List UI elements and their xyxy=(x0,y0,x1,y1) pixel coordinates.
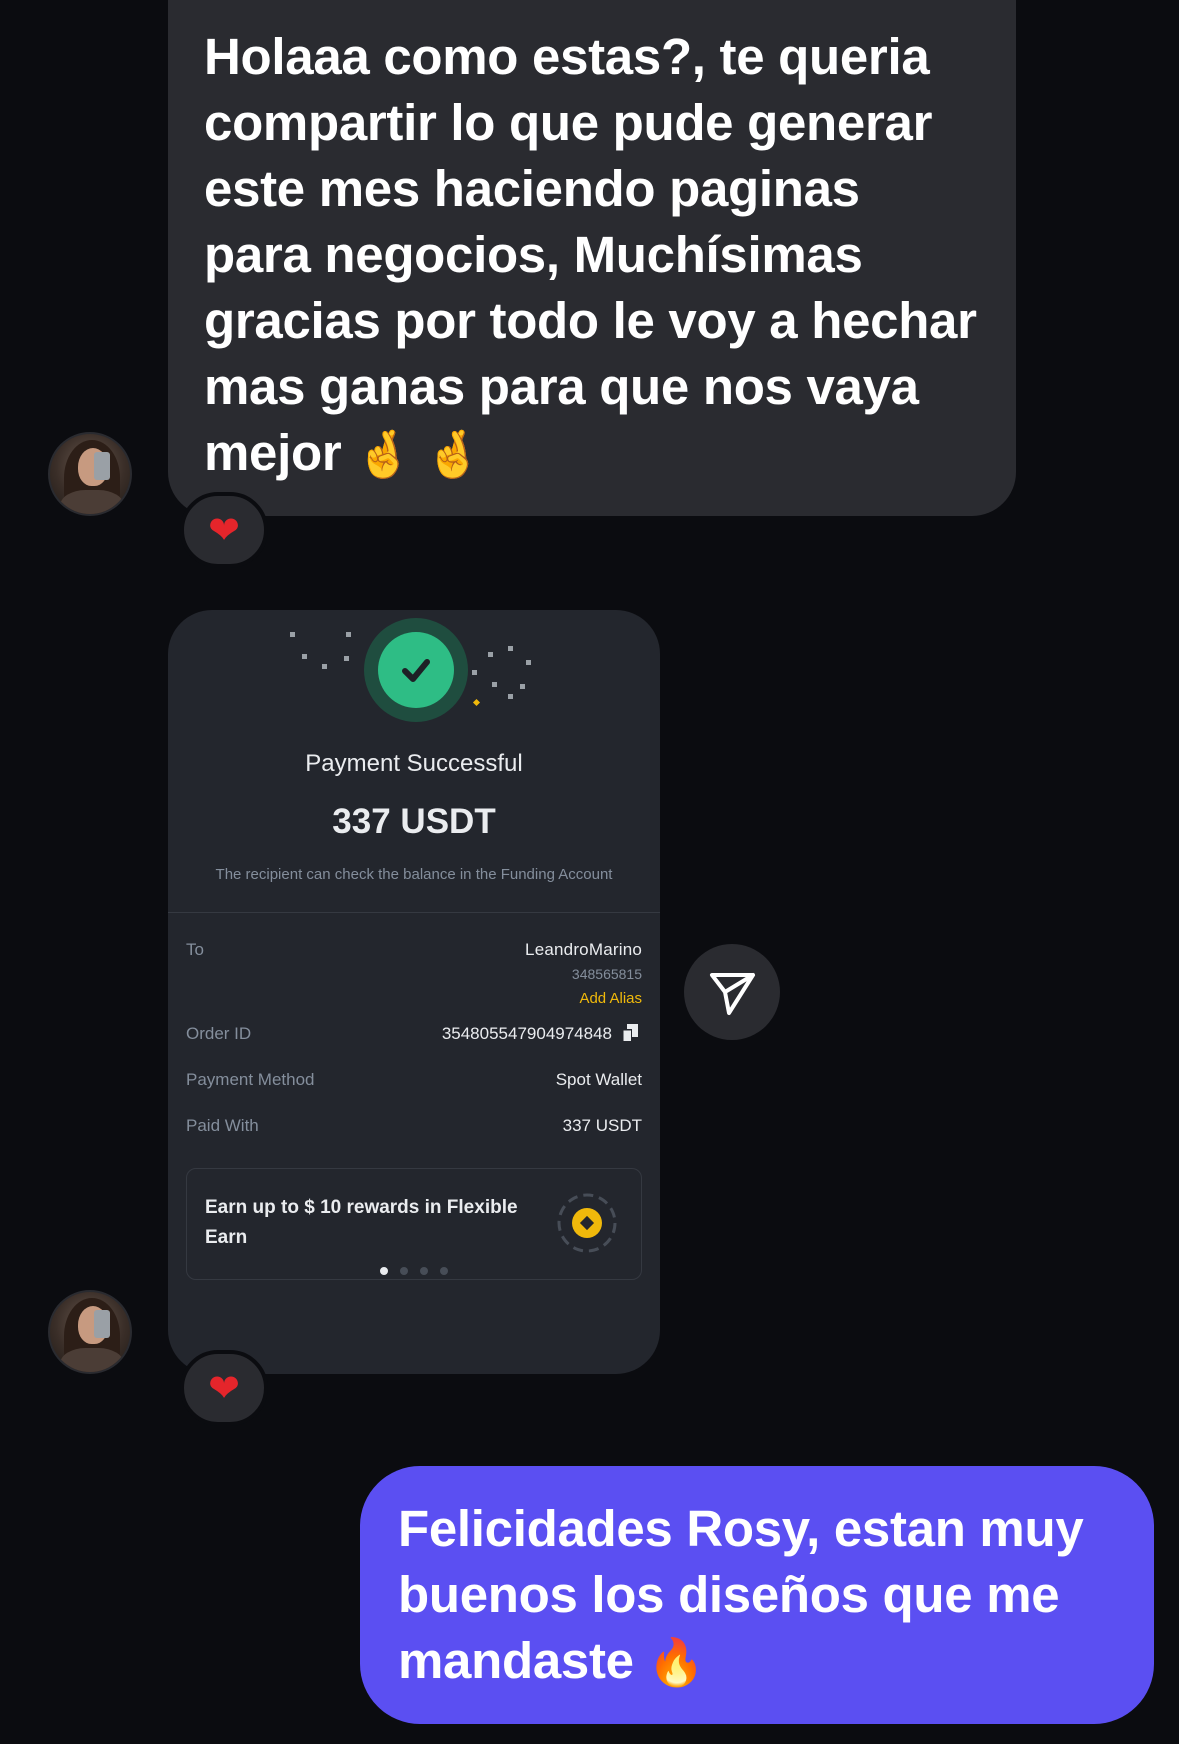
crossed-fingers-emoji: 🤞 🤞 xyxy=(355,428,482,480)
outgoing-message-text: Felicidades Rosy, estan muy buenos los d… xyxy=(398,1496,1118,1695)
paid-with-label: Paid With xyxy=(186,1116,259,1135)
chat-thread: Holaaa como estas?, te queria compartir … xyxy=(0,0,1179,1744)
heart-reaction[interactable]: ❤ xyxy=(180,492,268,568)
pager-dot[interactable] xyxy=(420,1267,428,1275)
payment-method-value: Spot Wallet xyxy=(555,1070,642,1089)
payment-title: Payment Successful xyxy=(305,750,523,777)
add-alias-link[interactable]: Add Alias xyxy=(579,990,642,1007)
order-id-label: Order ID xyxy=(186,1024,252,1043)
pager-dot[interactable] xyxy=(440,1267,448,1275)
share-button[interactable] xyxy=(684,944,780,1040)
flexible-earn-promo[interactable]: Earn up to $ 10 rewards in Flexible Earn xyxy=(186,1168,642,1280)
outgoing-message-bubble[interactable]: Felicidades Rosy, estan muy buenos los d… xyxy=(360,1466,1154,1724)
coin-icon xyxy=(557,1193,617,1253)
fire-emoji: 🔥 xyxy=(647,1636,705,1688)
to-label: To xyxy=(186,940,204,959)
divider xyxy=(168,912,660,913)
recipient-name: LeandroMarino xyxy=(525,940,642,959)
success-badge xyxy=(364,618,468,722)
copy-icon[interactable] xyxy=(622,1024,638,1042)
recipient-id: 348565815 xyxy=(571,966,642,982)
heart-icon: ❤ xyxy=(208,1367,240,1410)
checkmark-icon xyxy=(402,659,430,682)
paid-with-value: 337 USDT xyxy=(562,1116,642,1135)
heart-reaction[interactable]: ❤ xyxy=(180,1350,268,1426)
incoming-message-text: Holaaa como estas?, te queria compartir … xyxy=(204,24,980,487)
outgoing-message-body: Felicidades Rosy, estan muy buenos los d… xyxy=(398,1500,1084,1689)
incoming-message-body: Holaaa como estas?, te queria compartir … xyxy=(204,28,977,481)
payment-method-label: Payment Method xyxy=(186,1070,315,1089)
heart-icon: ❤ xyxy=(208,509,240,552)
avatar[interactable] xyxy=(48,1290,132,1374)
order-id-value: 354805547904974848 xyxy=(441,1024,612,1043)
avatar[interactable] xyxy=(48,432,132,516)
incoming-message-bubble[interactable]: Holaaa como estas?, te queria compartir … xyxy=(168,0,1016,516)
payment-receipt-card[interactable]: Payment Successful 337 USDT The recipien… xyxy=(168,610,660,1374)
payment-amount: 337 USDT xyxy=(332,802,496,841)
send-icon xyxy=(710,973,755,1015)
pager-dot-active[interactable] xyxy=(380,1267,388,1275)
payment-note: The recipient can check the balance in t… xyxy=(215,866,613,883)
promo-text: Earn up to $ 10 rewards in Flexible Earn xyxy=(205,1197,518,1248)
promo-pager[interactable] xyxy=(187,1267,641,1275)
pager-dot[interactable] xyxy=(400,1267,408,1275)
